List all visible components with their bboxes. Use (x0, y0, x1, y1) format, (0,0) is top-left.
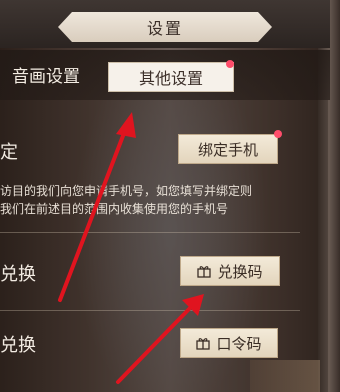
bind-phone-description: 访目的我们向您申请手机号，如您填写并绑定则 我们在前述目的范围内收集使用您的手机… (0, 182, 300, 218)
description-line: 访目的我们向您申请手机号，如您填写并绑定则 (0, 184, 253, 198)
redeem-label: 兑换 (0, 264, 36, 285)
notification-dot (274, 130, 282, 138)
bind-phone-button-label: 绑定手机 (197, 140, 258, 159)
gift-icon (196, 336, 211, 350)
gift-icon (197, 264, 212, 278)
tab-other-settings[interactable]: 其他设置 (108, 62, 234, 92)
redeem-code-button[interactable]: 兑换码 (180, 256, 280, 286)
password-code-button-label: 口令码 (216, 334, 262, 353)
page-title: 设置 (146, 19, 183, 38)
bind-phone-button[interactable]: 绑定手机 (178, 134, 278, 164)
title-plate: 设置 (58, 12, 272, 42)
redeem-code-button-label: 兑换码 (217, 262, 263, 281)
notification-dot (226, 60, 234, 68)
password-code-label: 兑换 (0, 335, 36, 356)
tab-other-settings-label: 其他设置 (138, 69, 203, 88)
password-code-button[interactable]: 口令码 (180, 328, 278, 358)
settings-panel (0, 100, 328, 392)
tab-audio-video[interactable]: 音画设置 (12, 62, 80, 87)
decor-border (250, 360, 320, 392)
description-line: 我们在前述目的范围内收集使用您的手机号 (0, 202, 229, 216)
divider (0, 232, 300, 233)
divider (0, 310, 300, 311)
bind-phone-label: 定 (0, 142, 18, 163)
